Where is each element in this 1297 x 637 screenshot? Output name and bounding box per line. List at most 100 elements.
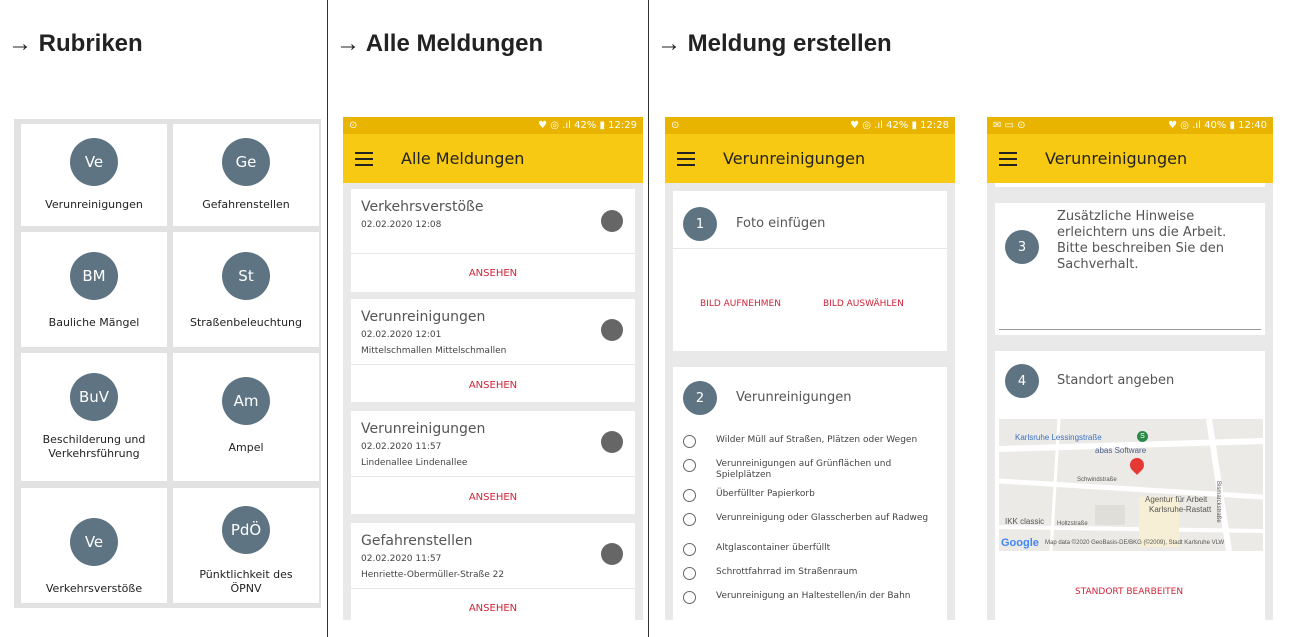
rubrik-label: Gefahrenstellen [202,198,290,211]
report-card[interactable]: Verunreinigungen 02.02.2020 12:01 Mittel… [351,299,635,402]
rubrik-label: Pünktlichkeit des ÖPNV [199,568,293,595]
radio-option[interactable]: Überfüllter Papierkorb [683,489,941,502]
divider [351,364,635,365]
report-card[interactable]: Verunreinigungen 02.02.2020 11:57 Linden… [351,411,635,514]
step-label: Foto einfügen [736,216,826,231]
step-number-badge: 2 [683,381,717,415]
step-number-badge: 4 [1005,364,1039,398]
status-bar: ✉ ▭ ⊙ ♥ ◎ .ıl 40% ▮ 12:40 [987,117,1273,134]
notes-panel: 3 Zusätzliche Hinweise erleichtern uns d… [995,203,1265,335]
radio-button[interactable] [683,567,696,580]
map-label-agency-2: Karlsruhe-Rastatt [1149,505,1212,514]
radio-button[interactable] [683,591,696,604]
radio-option[interactable]: Altglascontainer überfüllt [683,543,941,556]
divider [673,248,947,249]
notification-icon: ✉ ▭ ⊙ [993,120,1026,131]
view-button[interactable]: ANSEHEN [351,380,635,391]
radio-option[interactable]: Verunreinigung an Haltestellen/in der Ba… [683,591,941,604]
report-date: 02.02.2020 12:08 [361,220,442,230]
step-number-badge: 3 [1005,230,1039,264]
rubrik-avatar: Am [222,377,270,425]
column-heading: → Alle Meldungen [336,30,544,57]
train-station-icon: S [1137,431,1148,442]
top-panel-remainder [995,183,1265,187]
status-indicators: ♥ ◎ .ıl 42% ▮ 12:29 [538,120,637,131]
radio-option[interactable]: Verunreinigung oder Glasscherben auf Rad… [683,513,941,526]
divider [351,253,635,254]
radio-label: Verunreinigung an Haltestellen/in der Ba… [716,591,911,601]
step-label: Verunreinigungen [736,390,852,405]
hamburger-menu-icon[interactable] [999,151,1017,166]
rubrik-label: Bauliche Mängel [48,316,140,329]
app-bar-title: Verunreinigungen [723,149,866,168]
step-label: Zusätzliche Hinweise erleichtern uns die… [1057,209,1227,272]
divider [351,476,635,477]
radio-option[interactable]: Schrottfahrrad im Straßenraum [683,567,941,580]
rubrik-avatar: Ge [222,138,270,186]
rubriken-grid: Ve Verunreinigungen Ge Gefahrenstellen B… [14,119,321,608]
report-title: Gefahrenstellen [361,533,473,549]
edit-location-button[interactable]: STANDORT BEARBEITEN [1075,587,1183,597]
rubrik-avatar: BuV [70,373,118,421]
take-photo-button[interactable]: BILD AUFNEHMEN [700,299,781,309]
app-bar: Verunreinigungen [987,134,1273,183]
map-label-street-3: Bismarckstraße [1215,481,1221,523]
radio-label: Altglascontainer überfüllt [716,543,831,553]
rubrik-tile-ampel[interactable]: Am Ampel [173,353,319,481]
column-heading: → Rubriken [8,30,143,57]
rubrik-tile-verkehrsverstoesse[interactable]: Ve Verkehrsverstöße [21,488,167,603]
radio-label: Schrottfahrrad im Straßenraum [716,567,858,577]
rubrik-label: Ampel [228,441,264,454]
status-dot-icon [601,543,623,565]
map-label-ikk: IKK classic [1005,517,1045,526]
radio-label: Verunreinigung oder Glasscherben auf Rad… [716,513,929,523]
view-button[interactable]: ANSEHEN [351,492,635,503]
rubrik-avatar: PdÖ [222,506,270,554]
rubrik-label: Verunreinigungen [45,198,143,211]
rubrik-tile-bauliche-maengel[interactable]: BM Bauliche Mängel [21,232,167,347]
location-map[interactable]: Karlsruhe Lessingstraße S abas Software … [999,419,1263,551]
photo-panel: 1 Foto einfügen BILD AUFNEHMEN BILD AUSW… [673,191,947,351]
radio-button[interactable] [683,543,696,556]
rubrik-avatar: BM [70,252,118,300]
notification-icon: ⊙ [671,120,680,131]
radio-button[interactable] [683,435,696,448]
report-title: Verkehrsverstöße [361,199,484,215]
report-date: 02.02.2020 12:01 [361,330,442,340]
radio-option[interactable]: Verunreinigungen auf Grünflächen und Spi… [683,459,941,481]
report-date: 02.02.2020 11:57 [361,442,442,452]
status-dot-icon [601,431,623,453]
rubrik-label: Straßenbeleuchtung [189,316,303,329]
radio-button[interactable] [683,513,696,526]
rubrik-tile-beschilderung[interactable]: BuV Beschilderung und Verkehrsführung [21,353,167,481]
rubrik-avatar: Ve [70,518,118,566]
rubrik-label: Beschilderung und Verkehrsführung [42,433,146,460]
hamburger-menu-icon[interactable] [677,151,695,166]
report-card[interactable]: Verkehrsverstöße 02.02.2020 12:08 ANSEHE… [351,189,635,292]
radio-button[interactable] [683,489,696,502]
divider [351,588,635,589]
notification-icon: ⊙ [349,120,358,131]
view-button[interactable]: ANSEHEN [351,268,635,279]
report-card[interactable]: Gefahrenstellen 02.02.2020 11:57 Henriet… [351,523,635,620]
phone-alle-meldungen: ⊙ ♥ ◎ .ıl 42% ▮ 12:29 Alle Meldungen Ver… [343,117,643,620]
report-title: Verunreinigungen [361,421,486,437]
step-label: Standort angeben [1057,373,1175,388]
map-label-company: abas Software [1095,446,1147,455]
report-date: 02.02.2020 11:57 [361,554,442,564]
map-label-agency: Agentur für Arbeit [1145,495,1208,504]
app-bar-title: Verunreinigungen [1045,149,1188,168]
rubrik-tile-puenktlichkeit[interactable]: PdÖ Pünktlichkeit des ÖPNV [173,488,319,603]
rubrik-tile-verunreinigungen[interactable]: Ve Verunreinigungen [21,124,167,226]
radio-button[interactable] [683,459,696,472]
choose-photo-button[interactable]: BILD AUSWÄHLEN [823,299,904,309]
app-bar-title: Alle Meldungen [401,149,525,168]
notes-input-underline[interactable] [999,329,1261,330]
location-panel: 4 Standort angeben Karlsruhe Lessingstra… [995,351,1265,620]
rubrik-tile-strassenbeleuchtung[interactable]: St Straßenbeleuchtung [173,232,319,347]
view-button[interactable]: ANSEHEN [351,603,635,614]
hamburger-menu-icon[interactable] [355,151,373,166]
report-address: Lindenallee Lindenallee [361,458,468,468]
radio-option[interactable]: Wilder Müll auf Straßen, Plätzen oder We… [683,435,941,448]
rubrik-tile-gefahrenstellen[interactable]: Ge Gefahrenstellen [173,124,319,226]
